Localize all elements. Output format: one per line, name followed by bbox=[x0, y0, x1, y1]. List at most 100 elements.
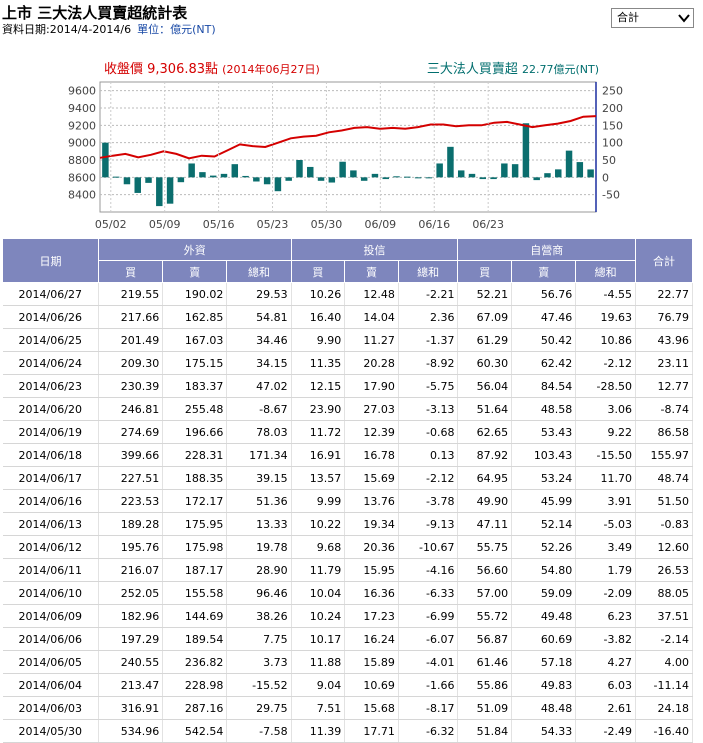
cell-value: -1.37 bbox=[398, 328, 459, 352]
cell-value: 9.90 bbox=[291, 328, 346, 352]
net-buy-bar bbox=[490, 177, 497, 180]
cell-value: 64.95 bbox=[457, 466, 513, 490]
cell-value: 20.28 bbox=[344, 351, 399, 375]
cell-value: 20.36 bbox=[344, 535, 399, 559]
cell-value: 15.89 bbox=[344, 650, 399, 674]
cell-value: 188.35 bbox=[162, 466, 228, 490]
cell-value: 236.82 bbox=[162, 650, 228, 674]
cell-value: 23.11 bbox=[635, 351, 693, 375]
left-tick-label: 9200 bbox=[68, 119, 96, 132]
cell-date: 2014/06/13 bbox=[2, 512, 99, 536]
net-buy-bar bbox=[134, 177, 141, 193]
net-buy-bar bbox=[457, 170, 465, 178]
x-tick-label: 06/09 bbox=[364, 218, 396, 231]
sub-sell: 賣 bbox=[511, 260, 577, 283]
cell-value: 10.17 bbox=[291, 627, 346, 651]
cell-value: 287.16 bbox=[162, 696, 228, 720]
net-buy-bar bbox=[576, 162, 584, 178]
cell-value: -6.33 bbox=[398, 581, 459, 605]
right-tick-label: 100 bbox=[602, 137, 623, 150]
net-buy-bar bbox=[511, 164, 519, 178]
cell-value: 13.33 bbox=[226, 512, 292, 536]
cell-value: 96.46 bbox=[226, 581, 292, 605]
net-buy-bar bbox=[522, 123, 530, 178]
cell-value: 56.87 bbox=[457, 627, 513, 651]
cell-value: 19.34 bbox=[344, 512, 399, 536]
cell-value: 240.55 bbox=[98, 650, 164, 674]
cell-value: 103.43 bbox=[511, 443, 577, 467]
cell-value: 217.66 bbox=[98, 305, 164, 329]
cell-value: 53.24 bbox=[511, 466, 577, 490]
cell-value: 171.34 bbox=[226, 443, 292, 467]
table-row: 2014/06/20 246.81 255.48 -8.67 23.90 27.03 -3.… bbox=[2, 397, 693, 421]
cell-value: -8.67 bbox=[226, 397, 292, 421]
cell-value: -5.03 bbox=[575, 512, 636, 536]
cell-value: 88.05 bbox=[635, 581, 693, 605]
table-row: 2014/06/27 219.55 190.02 29.53 10.26 12.48 -2.… bbox=[2, 282, 693, 306]
cell-value: 11.27 bbox=[344, 328, 399, 352]
cell-value: 189.28 bbox=[98, 512, 164, 536]
cell-value: 87.92 bbox=[457, 443, 513, 467]
net-buy-bar bbox=[371, 173, 379, 178]
cell-value: 19.63 bbox=[575, 305, 636, 329]
cell-date: 2014/06/12 bbox=[2, 535, 99, 559]
cell-value: 542.54 bbox=[162, 719, 228, 743]
sub-net: 總和 bbox=[226, 260, 292, 283]
cell-value: 3.06 bbox=[575, 397, 636, 421]
cell-value: 76.79 bbox=[635, 305, 693, 329]
cell-value: -16.40 bbox=[635, 719, 693, 743]
cell-value: 49.90 bbox=[457, 489, 513, 513]
cell-value: 11.79 bbox=[291, 558, 346, 582]
cell-value: 47.11 bbox=[457, 512, 513, 536]
chevron-down-icon bbox=[678, 14, 690, 23]
cell-value: 10.22 bbox=[291, 512, 346, 536]
net-buy-bar bbox=[317, 177, 325, 181]
net-buy-bar bbox=[328, 177, 336, 183]
cell-value: 399.66 bbox=[98, 443, 164, 467]
cell-value: 2.61 bbox=[575, 696, 636, 720]
cell-value: 6.03 bbox=[575, 673, 636, 697]
cell-date: 2014/06/09 bbox=[2, 604, 99, 628]
table-row: 2014/06/24 209.30 175.15 34.15 11.35 20.28 -8.… bbox=[2, 351, 693, 375]
cell-value: 11.72 bbox=[291, 420, 346, 444]
cell-value: 86.58 bbox=[635, 420, 693, 444]
cell-value: 3.49 bbox=[575, 535, 636, 559]
cell-value: 255.48 bbox=[162, 397, 228, 421]
cell-value: 144.69 bbox=[162, 604, 228, 628]
cell-value: 534.96 bbox=[98, 719, 164, 743]
col-group-dealer: 自營商 bbox=[457, 238, 636, 261]
net-buy-bar bbox=[404, 176, 411, 178]
cell-date: 2014/06/16 bbox=[2, 489, 99, 513]
period-select[interactable]: 合計 bbox=[611, 8, 694, 28]
cell-date: 2014/06/17 bbox=[2, 466, 99, 490]
net-buy-bar bbox=[112, 176, 120, 178]
cell-value: 51.64 bbox=[457, 397, 513, 421]
price-and-net-buy-chart: 9600 9400 9200 9000 8800 8600 8400 250 200 150 100… bbox=[68, 81, 623, 231]
cell-value: -11.14 bbox=[635, 673, 693, 697]
cell-value: 54.80 bbox=[511, 558, 577, 582]
cell-value: 196.66 bbox=[162, 420, 228, 444]
cell-value: 4.00 bbox=[635, 650, 693, 674]
cell-value: 2.36 bbox=[398, 305, 459, 329]
x-tick-label: 06/23 bbox=[472, 218, 504, 231]
cell-value: 213.47 bbox=[98, 673, 164, 697]
cell-value: 155.97 bbox=[635, 443, 693, 467]
x-tick-label: 05/02 bbox=[95, 218, 127, 231]
net-buy-bar bbox=[425, 177, 433, 179]
table-row: 2014/06/25 201.49 167.03 34.46 9.90 11.27 -1.3… bbox=[2, 328, 693, 352]
cell-date: 2014/06/18 bbox=[2, 443, 99, 467]
cell-value: 57.18 bbox=[511, 650, 577, 674]
cell-value: 11.70 bbox=[575, 466, 636, 490]
x-tick-label: 05/30 bbox=[311, 218, 343, 231]
cell-value: 52.21 bbox=[457, 282, 513, 306]
cell-value: -9.13 bbox=[398, 512, 459, 536]
plot-area bbox=[99, 81, 597, 213]
cell-value: 227.51 bbox=[98, 466, 164, 490]
cell-value: 316.91 bbox=[98, 696, 164, 720]
cell-value: 50.42 bbox=[511, 328, 577, 352]
cell-value: -7.58 bbox=[226, 719, 292, 743]
net-buy-bar bbox=[231, 164, 239, 178]
net-buy-bar bbox=[555, 169, 562, 178]
net-buy-bar bbox=[447, 146, 454, 178]
cell-value: 56.76 bbox=[511, 282, 577, 306]
